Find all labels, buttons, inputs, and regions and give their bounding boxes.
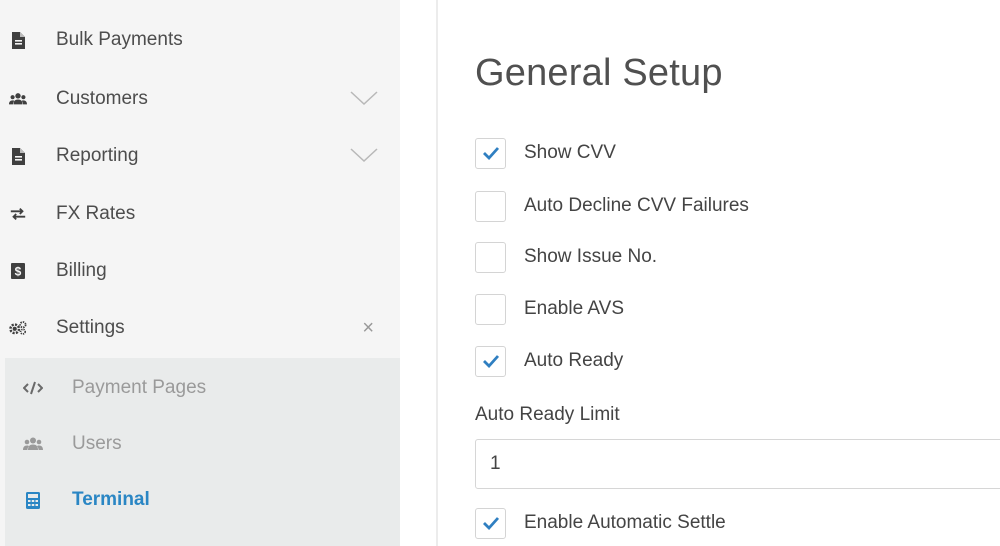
divider [436,0,438,546]
sidebar-item-label: Customers [56,88,148,109]
page-title: General Setup [475,52,723,94]
users-icon [9,90,27,108]
show-issue-no-checkbox[interactable] [475,241,506,273]
chevron-down-icon[interactable] [350,147,378,168]
calculator-icon [23,491,43,509]
file-icon [9,147,27,165]
sidebar-item-billing[interactable]: $ Billing [0,243,400,299]
auto-decline-cvv-checkbox-row[interactable]: Auto Decline CVV Failures [475,190,749,222]
settings-submenu: Payment Pages Users Terminal [5,358,400,546]
sidebar-item-bulk-payments[interactable]: Bulk Payments [0,12,400,68]
checkbox-label: Enable AVS [524,298,625,319]
checkbox-label: Show CVV [524,142,616,163]
auto-ready-limit-input[interactable] [475,439,1000,489]
sidebar-subitem-label: Terminal [72,489,150,510]
file-icon [9,31,27,49]
enable-avs-checkbox[interactable] [475,293,506,325]
chevron-down-icon[interactable] [350,90,378,111]
show-cvv-checkbox-row[interactable]: Show CVV [475,137,616,169]
checkbox-label: Show Issue No. [524,246,658,267]
main-content: General Setup Show CVV Auto Decline CVV … [475,0,1000,546]
sidebar-item-reporting[interactable]: Reporting [0,128,400,184]
auto-decline-cvv-checkbox[interactable] [475,190,506,222]
sidebar-item-label: Bulk Payments [56,29,183,50]
sidebar-item-label: Billing [56,260,107,281]
auto-ready-checkbox-row[interactable]: Auto Ready [475,345,623,377]
enable-automatic-settle-checkbox-row[interactable]: Enable Automatic Settle [475,507,726,539]
sidebar-subitem-users[interactable]: Users [5,416,400,472]
auto-ready-checkbox[interactable] [475,345,506,377]
checkbox-label: Auto Decline CVV Failures [524,195,749,216]
users-icon [23,435,43,453]
code-icon [23,379,43,397]
auto-ready-limit-label: Auto Ready Limit [475,404,620,425]
dollar-icon: $ [9,262,27,280]
sidebar-item-settings[interactable]: Settings × [0,300,400,356]
sidebar-item-label: Settings [56,317,125,338]
sidebar-subitem-label: Payment Pages [72,377,207,398]
checkbox-label: Auto Ready [524,350,624,371]
enable-avs-checkbox-row[interactable]: Enable AVS [475,293,624,325]
svg-text:$: $ [15,265,22,279]
exchange-icon [9,205,27,223]
sidebar-subitem-label: Users [72,433,122,454]
show-cvv-checkbox[interactable] [475,137,506,169]
cogs-icon [9,319,27,337]
checkbox-label: Enable Automatic Settle [524,512,726,533]
sidebar-subitem-terminal[interactable]: Terminal [5,472,400,528]
close-icon[interactable]: × [362,317,374,340]
sidebar: Bulk Payments Customers Reporting FX Rat… [0,0,400,546]
show-issue-no-checkbox-row[interactable]: Show Issue No. [475,241,657,273]
sidebar-item-customers[interactable]: Customers [0,71,400,127]
sidebar-item-label: Reporting [56,145,139,166]
sidebar-item-label: FX Rates [56,203,136,224]
sidebar-subitem-payment-pages[interactable]: Payment Pages [5,360,400,416]
enable-automatic-settle-checkbox[interactable] [475,507,506,539]
sidebar-item-fx-rates[interactable]: FX Rates [0,186,400,242]
